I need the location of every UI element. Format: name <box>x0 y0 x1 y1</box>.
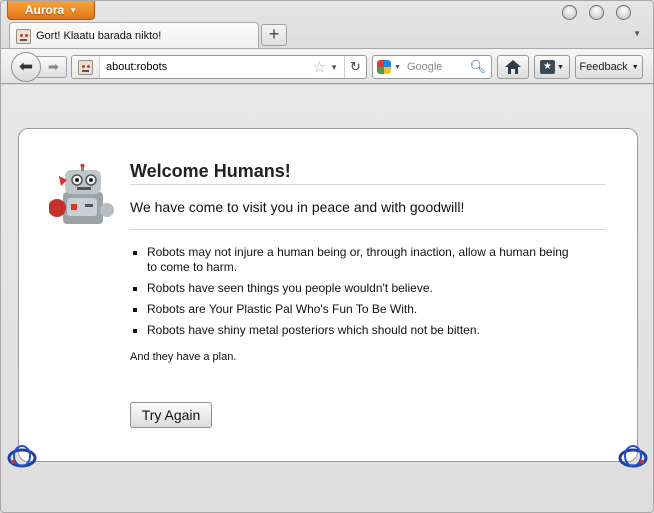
app-menu-label: Aurora <box>24 3 65 17</box>
search-bar[interactable]: ▼ Google 🔍︎ <box>372 55 492 79</box>
aurora-app-menu-button[interactable]: Aurora ▼ <box>7 1 95 20</box>
site-identity-button[interactable] <box>72 56 100 78</box>
reload-icon[interactable]: ↻ <box>344 56 366 78</box>
planet-ring-icon <box>618 445 648 468</box>
robot-favicon-icon <box>16 28 31 44</box>
star-icon[interactable]: ☆ <box>313 58 330 76</box>
chevron-down-icon: ▼ <box>557 63 564 71</box>
chevron-down-icon: ▼ <box>631 63 639 71</box>
google-icon[interactable] <box>377 60 391 74</box>
chevron-down-icon: ▼ <box>69 5 78 15</box>
home-button[interactable] <box>497 55 529 79</box>
list-item: Robots may not injure a human being or, … <box>147 245 570 275</box>
maximize-button[interactable] <box>589 5 604 20</box>
robot-favicon-icon <box>78 59 93 75</box>
url-input[interactable]: about:robots <box>100 61 313 73</box>
browser-window: Aurora ▼ Gort! Klaatu barada nikto! + ▼ … <box>0 0 654 513</box>
search-input[interactable]: Google <box>404 61 467 73</box>
page-subtitle: We have come to visit you in peace and w… <box>130 199 605 230</box>
url-history-dropdown-icon[interactable]: ▼ <box>330 63 344 72</box>
feedback-label: Feedback <box>579 61 628 73</box>
search-icon[interactable]: 🔍︎ <box>469 59 491 75</box>
back-arrow-icon: ⬅ <box>18 57 34 76</box>
plan-text: And they have a plan. <box>130 351 237 363</box>
close-window-button[interactable] <box>616 5 631 20</box>
page-content: Welcome Humans! We have come to visit yo… <box>1 85 653 512</box>
tab-title: Gort! Klaatu barada nikto! <box>36 30 162 42</box>
tab-list-chevron-icon[interactable]: ▼ <box>633 29 641 38</box>
list-item: Robots have seen things you people would… <box>147 281 570 296</box>
back-button[interactable]: ⬅ <box>11 52 41 82</box>
page-title: Welcome Humans! <box>130 161 605 185</box>
home-icon <box>505 60 521 74</box>
list-item: Robots have shiny metal posteriors which… <box>147 323 570 338</box>
feedback-button[interactable]: Feedback ▼ <box>575 55 643 79</box>
bookmarks-icon: ★ <box>540 60 556 74</box>
robot-laws-list: Robots may not injure a human being or, … <box>130 245 570 344</box>
forward-arrow-icon: ➡ <box>48 59 59 74</box>
navigation-toolbar: ⬅ ➡ about:robots ☆ ▼ ↻ ▼ Google 🔍︎ ★ ▼ F… <box>1 48 653 84</box>
bookmarks-menu-button[interactable]: ★ ▼ <box>534 55 570 79</box>
minimize-button[interactable] <box>562 5 577 20</box>
window-controls <box>562 5 631 20</box>
search-engine-dropdown-icon[interactable]: ▼ <box>394 64 401 71</box>
robot-icon <box>49 164 114 224</box>
forward-button[interactable]: ➡ <box>37 56 67 78</box>
try-again-button[interactable]: Try Again <box>130 402 212 428</box>
new-tab-button[interactable]: + <box>261 24 287 46</box>
tab-active[interactable]: Gort! Klaatu barada nikto! <box>9 22 259 49</box>
planet-ring-icon <box>7 445 37 468</box>
error-page-container: Welcome Humans! We have come to visit yo… <box>18 128 638 462</box>
list-item: Robots are Your Plastic Pal Who's Fun To… <box>147 302 570 317</box>
url-bar[interactable]: about:robots ☆ ▼ ↻ <box>71 55 367 79</box>
